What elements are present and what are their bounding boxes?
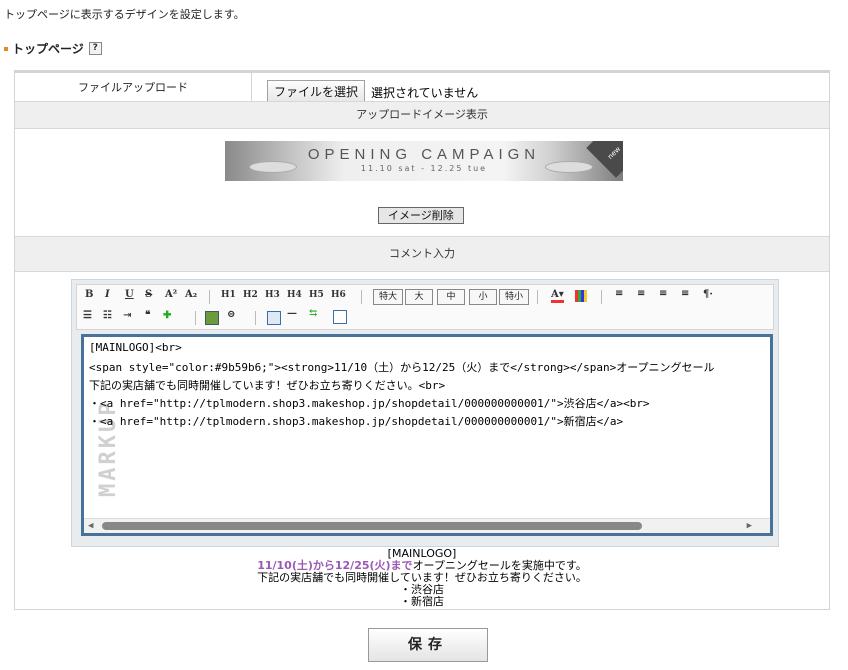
align-right-icon[interactable]: ≡ (659, 288, 667, 299)
italic-button[interactable]: I (105, 289, 110, 300)
text-color-icon[interactable]: A▾ (551, 289, 564, 303)
toolbar-separator (537, 290, 538, 304)
font-size-xsmall-button[interactable]: 特小 (499, 289, 529, 305)
font-size-medium-button[interactable]: 中 (437, 289, 465, 305)
campaign-banner-image: OPENING CAMPAIGN 11.10 sat - 12.25 tue n… (225, 141, 623, 181)
bold-button[interactable]: B (85, 289, 93, 300)
scrollbar-thumb[interactable] (102, 522, 642, 530)
heading-h5-button[interactable]: H5 (309, 290, 324, 300)
insert-link-icon[interactable]: ⊝ (227, 309, 235, 320)
heading-h4-button[interactable]: H4 (287, 290, 302, 300)
horizontal-rule-icon[interactable]: — (287, 308, 297, 319)
strikethrough-button[interactable]: S (145, 289, 152, 300)
underline-button[interactable]: U (125, 289, 134, 300)
superscript-button[interactable]: A² (165, 289, 177, 300)
insert-div-icon[interactable]: ✚ (163, 310, 171, 321)
heading-h1-button[interactable]: H1 (221, 290, 236, 300)
comment-input-header: コメント入力 (15, 236, 829, 272)
font-size-large-button[interactable]: 大 (405, 289, 433, 305)
source-document-icon[interactable] (333, 310, 347, 324)
no-file-text: 選択されていません (371, 86, 479, 100)
blockquote-icon[interactable]: ❝ (145, 310, 150, 321)
toolbar-separator (601, 290, 602, 304)
upload-image-header: アップロードイメージ表示 (15, 101, 829, 129)
preview-line: ・新宿店 (400, 595, 444, 608)
toolbar-separator (361, 290, 362, 304)
background-color-icon[interactable] (575, 290, 587, 302)
section-bullet (4, 46, 8, 51)
delete-image-button[interactable]: イメージ削除 (378, 207, 464, 224)
code-line: 下記の実店舗でも同時開催しています！ぜひお立ち寄りください。<br> (89, 379, 446, 392)
page-description: トップページに表示するデザインを設定します。 (4, 8, 245, 21)
code-line: [MAINLOGO]<br> (89, 341, 182, 354)
comment-editor: B I U S A² A₂ H1 H2 H3 H4 H5 H6 特大 大 中 小… (71, 279, 779, 547)
section-title: トップページ ? (4, 40, 102, 57)
heading-h2-button[interactable]: H2 (243, 290, 258, 300)
numbered-list-icon[interactable]: ☷ (103, 310, 112, 321)
align-justify-icon[interactable]: ≡ (681, 288, 689, 299)
banner-title: OPENING CAMPAIGN (307, 146, 541, 163)
toolbar-separator (195, 311, 196, 325)
toolbar-separator (255, 311, 256, 325)
page-break-icon[interactable]: ⇆ (309, 308, 317, 319)
code-line: <span style="color:#9b59b6;"><strong>11/… (89, 361, 715, 374)
heading-h6-button[interactable]: H6 (331, 290, 346, 300)
bulleted-list-icon[interactable]: ☰ (83, 310, 92, 321)
html-source-textarea[interactable]: MARKUP [MAINLOGO]<br> <span style="color… (81, 334, 773, 536)
file-upload-label: ファイルアップロード (15, 73, 252, 101)
font-size-xlarge-button[interactable]: 特大 (373, 289, 403, 305)
scroll-right-icon[interactable]: ▶ (747, 521, 752, 531)
paragraph-icon[interactable]: ¶· (703, 289, 713, 300)
choose-file-button[interactable]: ファイルを選択 (267, 80, 366, 103)
heading-h3-button[interactable]: H3 (265, 290, 280, 300)
subscript-button[interactable]: A₂ (185, 289, 197, 300)
toolbar-separator (209, 290, 210, 304)
editor-toolbar: B I U S A² A₂ H1 H2 H3 H4 H5 H6 特大 大 中 小… (76, 284, 774, 330)
insert-table-icon[interactable] (267, 311, 281, 325)
code-line: ・<a href="http://tplmodern.shop3.makesho… (89, 415, 624, 428)
file-upload-row: ファイルアップロード ファイルを選択 選択されていません (15, 71, 829, 103)
save-button[interactable]: 保存 (368, 628, 488, 662)
font-size-small-button[interactable]: 小 (469, 289, 497, 305)
help-icon[interactable]: ? (88, 42, 102, 55)
comment-preview: [MAINLOGO] 11/10(土)から12/25(火)までオープニングセール… (15, 548, 829, 608)
align-center-icon[interactable]: ≡ (637, 288, 645, 299)
align-left-icon[interactable]: ≡ (615, 288, 623, 299)
code-line: ・<a href="http://tplmodern.shop3.makesho… (89, 397, 650, 410)
insert-image-icon[interactable] (205, 311, 219, 325)
banner-dates: 11.10 sat - 12.25 tue (360, 164, 488, 173)
top-page-settings-panel: ファイルアップロード ファイルを選択 選択されていません アップロードイメージ表… (14, 70, 830, 610)
scroll-left-icon[interactable]: ◀ (88, 521, 93, 531)
section-title-text: トップページ (12, 42, 84, 56)
indent-icon[interactable]: ⇥ (123, 310, 131, 321)
horizontal-scrollbar[interactable]: ◀ ▶ (84, 518, 770, 533)
